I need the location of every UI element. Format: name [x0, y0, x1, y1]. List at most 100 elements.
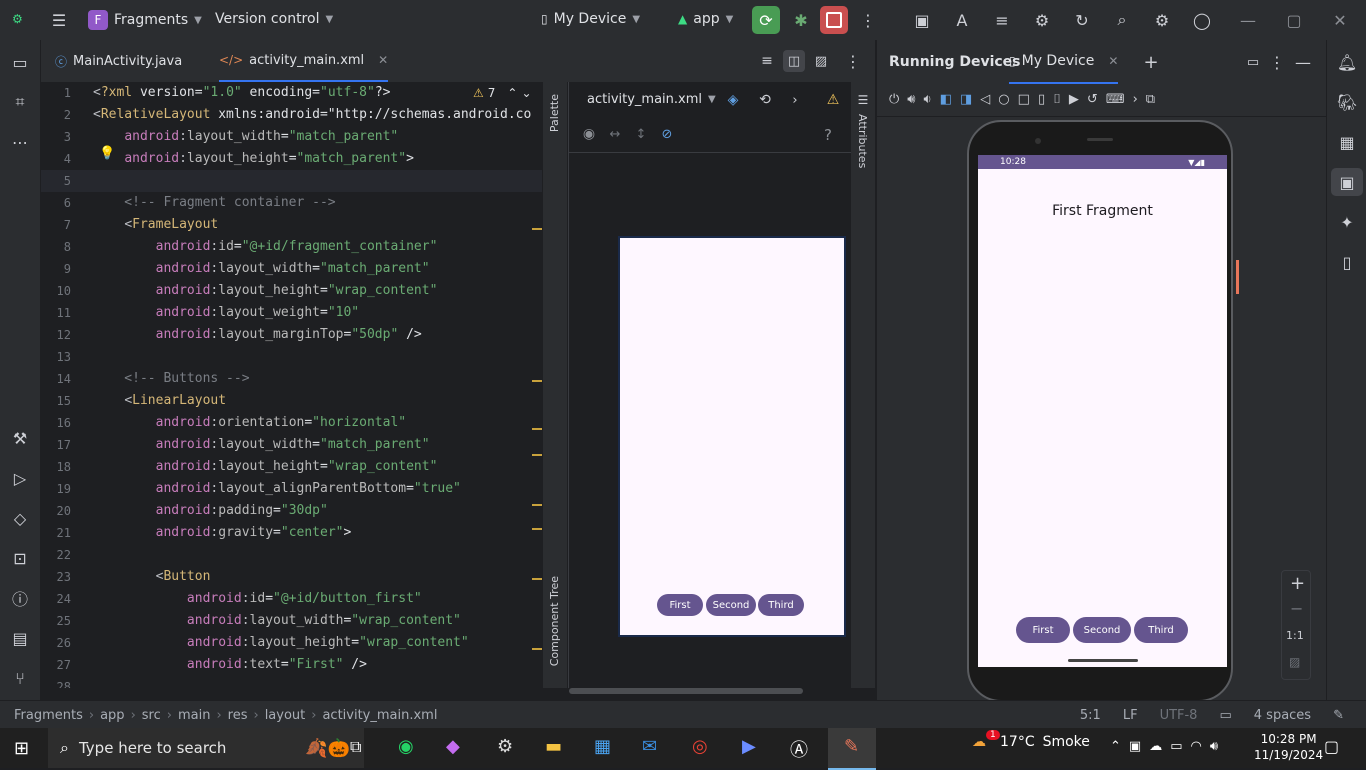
- volume-up-icon[interactable]: 🔊︎: [907, 92, 915, 107]
- extended-controls-icon[interactable]: ⧉: [1146, 92, 1155, 107]
- edit-icon[interactable]: ✎: [1333, 708, 1344, 723]
- overview-icon[interactable]: □: [1018, 92, 1030, 107]
- emulator-icon[interactable]: ▯: [1335, 250, 1359, 274]
- preview-button-second[interactable]: Second: [706, 594, 756, 616]
- breadcrumb-item[interactable]: res: [228, 708, 248, 723]
- power-icon[interactable]: ⏻: [889, 92, 899, 107]
- file-explorer-icon[interactable]: ▬: [545, 736, 562, 757]
- add-icon[interactable]: +: [1141, 50, 1161, 74]
- terminal-icon[interactable]: ▤: [8, 626, 32, 650]
- design-view-icon[interactable]: ▨: [811, 50, 831, 72]
- close-tab-icon[interactable]: ✕: [1108, 54, 1118, 68]
- weather-widget[interactable]: ☁ 1 17°C Smoke: [972, 730, 1090, 750]
- code-line[interactable]: 12 android:layout_marginTop="50dp" />: [41, 324, 542, 346]
- code-line[interactable]: 26 android:layout_height="wrap_content": [41, 632, 542, 654]
- file-encoding[interactable]: UTF-8: [1160, 708, 1198, 723]
- settings-icon[interactable]: ⚙: [1150, 8, 1174, 32]
- preview-button-first[interactable]: First: [657, 594, 703, 616]
- code-line[interactable]: 8 android:id="@+id/fragment_container": [41, 236, 542, 258]
- whatsapp-icon[interactable]: ◉: [398, 736, 414, 757]
- chevron-right-icon[interactable]: ›: [1133, 92, 1138, 107]
- windows-start-icon[interactable]: ⊞: [14, 738, 29, 759]
- plugin-icon[interactable]: ⚙: [1030, 8, 1054, 32]
- camera-icon[interactable]: ▣: [1129, 739, 1141, 754]
- vertical-arrows-icon[interactable]: ↕: [631, 124, 651, 144]
- inspection-widget[interactable]: ⚠ 7 ⌃ ⌄: [473, 86, 532, 100]
- code-line[interactable]: 28: [41, 676, 542, 688]
- zoom-actual-size[interactable]: 1:1: [1286, 629, 1304, 642]
- device-selector[interactable]: ▯ My Device ▼: [541, 11, 640, 27]
- code-line[interactable]: 1 <?xml version="1.0" encoding="utf-8"?>: [41, 82, 542, 104]
- run-config-selector[interactable]: ▲ app ▼: [678, 11, 733, 27]
- horizontal-arrows-icon[interactable]: ↔: [605, 124, 625, 144]
- stop-icon[interactable]: [820, 6, 848, 34]
- gem-icon[interactable]: ◇: [8, 506, 32, 530]
- attributes-tab[interactable]: Attributes: [856, 114, 869, 168]
- tab-mainactivity[interactable]: ⓒ MainActivity.java: [55, 40, 182, 82]
- layout-preview[interactable]: First Second Third: [618, 236, 846, 637]
- orientation-icon[interactable]: ⟲: [755, 90, 775, 110]
- more-actions-icon[interactable]: ⋮: [858, 8, 878, 32]
- code-line[interactable]: 6 <!-- Fragment container -->: [41, 192, 542, 214]
- code-line[interactable]: 4 android:layout_height="match_parent">: [41, 148, 542, 170]
- volume-down-icon[interactable]: 🔉︎: [924, 92, 932, 107]
- more-options-icon[interactable]: ⋮: [845, 50, 861, 72]
- warning-marker[interactable]: [532, 428, 542, 430]
- line-separator[interactable]: LF: [1123, 708, 1138, 723]
- search-icon[interactable]: ⌕: [1110, 8, 1134, 32]
- code-view-icon[interactable]: ≡: [757, 50, 777, 72]
- notification-center-icon[interactable]: ▢: [1324, 737, 1339, 756]
- notifications-icon[interactable]: 🔔︎: [1335, 50, 1359, 74]
- warning-marker[interactable]: [532, 380, 542, 382]
- warning-marker[interactable]: [532, 528, 542, 530]
- vcs-selector[interactable]: Version control ▼: [215, 11, 333, 27]
- screen-record-icon[interactable]: ▶: [1069, 92, 1079, 107]
- code-line[interactable]: 18 android:layout_height="wrap_content": [41, 456, 542, 478]
- indent-setting[interactable]: 4 spaces: [1254, 708, 1311, 723]
- app-icon[interactable]: Ⓐ: [790, 736, 808, 762]
- zoom-in-icon[interactable]: +: [1290, 573, 1305, 594]
- code-line[interactable]: 19 android:layout_alignParentBottom="tru…: [41, 478, 542, 500]
- minimize-icon[interactable]: —: [1238, 8, 1258, 32]
- project-folder-icon[interactable]: ▭: [8, 50, 32, 74]
- zoom-fit-icon[interactable]: ▨: [1289, 655, 1300, 669]
- chevron-up-icon[interactable]: ⌃: [507, 86, 517, 100]
- fold-icon[interactable]: ▯: [1038, 92, 1045, 107]
- code-line[interactable]: 27 android:text="First" />: [41, 654, 542, 676]
- code-line[interactable]: 11 android:layout_weight="10": [41, 302, 542, 324]
- phone-button-second[interactable]: Second: [1073, 617, 1131, 643]
- onedrive-icon[interactable]: ☁: [1149, 739, 1162, 754]
- more-tools-icon[interactable]: ⋯: [8, 130, 32, 154]
- taskbar-search[interactable]: ⌕ Type here to search 🍂🎃: [48, 728, 364, 768]
- store-icon[interactable]: ▦: [594, 736, 611, 757]
- code-line[interactable]: 24 android:id="@+id/button_first": [41, 588, 542, 610]
- rotate-right-icon[interactable]: ◨: [960, 92, 972, 107]
- warning-marker[interactable]: [532, 648, 542, 650]
- chrome-icon[interactable]: ◎: [692, 736, 708, 757]
- mail-icon[interactable]: ✉: [642, 736, 657, 757]
- phone-screen[interactable]: 10:28 ▼◢▮ First Fragment First Second Th…: [978, 155, 1227, 667]
- code-line[interactable]: 20 android:padding="30dp": [41, 500, 542, 522]
- device-manager-icon[interactable]: ▣: [910, 8, 934, 32]
- project-selector[interactable]: F Fragments ▼: [88, 10, 202, 30]
- warning-marker[interactable]: [532, 578, 542, 580]
- wifi-icon[interactable]: ◠: [1191, 739, 1202, 754]
- breadcrumb-item[interactable]: src: [142, 708, 161, 723]
- close-icon[interactable]: ✕: [1330, 8, 1350, 32]
- breadcrumb-item[interactable]: layout: [265, 708, 306, 723]
- chevron-up-icon[interactable]: ⌃: [1110, 739, 1121, 754]
- code-editor[interactable]: 1 <?xml version="1.0" encoding="utf-8"?> 2…: [41, 82, 542, 688]
- keyboard-icon[interactable]: ⌨: [1106, 92, 1125, 107]
- code-line[interactable]: 5: [41, 170, 542, 192]
- attributes-icon[interactable]: ☰: [855, 92, 871, 108]
- volume-icon[interactable]: 🔊︎: [1210, 739, 1218, 754]
- breadcrumb-item[interactable]: app: [100, 708, 124, 723]
- help-icon[interactable]: ?: [824, 126, 832, 144]
- code-line[interactable]: 17 android:layout_width="match_parent": [41, 434, 542, 456]
- file-selector[interactable]: activity_main.xml ▼: [587, 92, 716, 107]
- copilot-icon[interactable]: ◆: [446, 736, 460, 757]
- code-line[interactable]: 16 android:orientation="horizontal": [41, 412, 542, 434]
- design-horizontal-scrollbar[interactable]: [569, 688, 803, 694]
- preview-button-third[interactable]: Third: [758, 594, 804, 616]
- screenshot-icon[interactable]: ⌷: [1053, 92, 1061, 107]
